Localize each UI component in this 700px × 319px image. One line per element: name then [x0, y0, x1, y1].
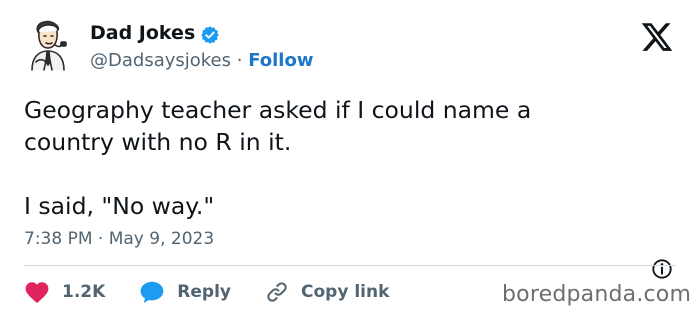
x-logo-icon[interactable] — [640, 20, 674, 54]
author-handle-line: @Dadsaysjokes · Follow — [90, 50, 313, 71]
tweet-card: Dad Jokes @Dadsaysjokes · Follow Geograp… — [0, 0, 700, 319]
tweet-text: Geography teacher asked if I could name … — [24, 94, 664, 222]
verified-badge-icon — [201, 26, 219, 44]
tweet-actions: 1.2K Reply Copy link — [24, 278, 423, 306]
tweet-timestamp[interactable]: 7:38 PM · May 9, 2023 — [24, 229, 214, 249]
avatar[interactable] — [22, 18, 74, 74]
author-handle[interactable]: @Dadsaysjokes — [90, 50, 231, 71]
copy-link-button[interactable]: Copy link — [265, 280, 389, 304]
reply-label: Reply — [177, 282, 231, 302]
tweet-paragraph: I said, "No way." — [24, 192, 215, 220]
reply-button[interactable]: Reply — [139, 280, 231, 304]
tweet-paragraph: Geography teacher asked if I could name … — [24, 96, 532, 156]
like-button[interactable]: 1.2K — [24, 280, 105, 304]
like-count: 1.2K — [62, 282, 106, 302]
info-icon[interactable] — [651, 258, 673, 280]
tweet-date: May 9, 2023 — [108, 229, 215, 249]
divider — [24, 265, 676, 266]
copy-link-label: Copy link — [301, 282, 390, 302]
heart-icon — [25, 282, 49, 304]
follow-link[interactable]: Follow — [248, 50, 313, 71]
watermark: boredpanda.com — [502, 282, 692, 307]
link-icon — [267, 282, 287, 302]
reply-bubble-icon — [140, 281, 164, 303]
author-display-name[interactable]: Dad Jokes — [90, 22, 195, 44]
tweet-time: 7:38 PM — [24, 229, 93, 249]
handle-separator: · — [231, 50, 249, 71]
timestamp-separator: · — [92, 229, 109, 249]
